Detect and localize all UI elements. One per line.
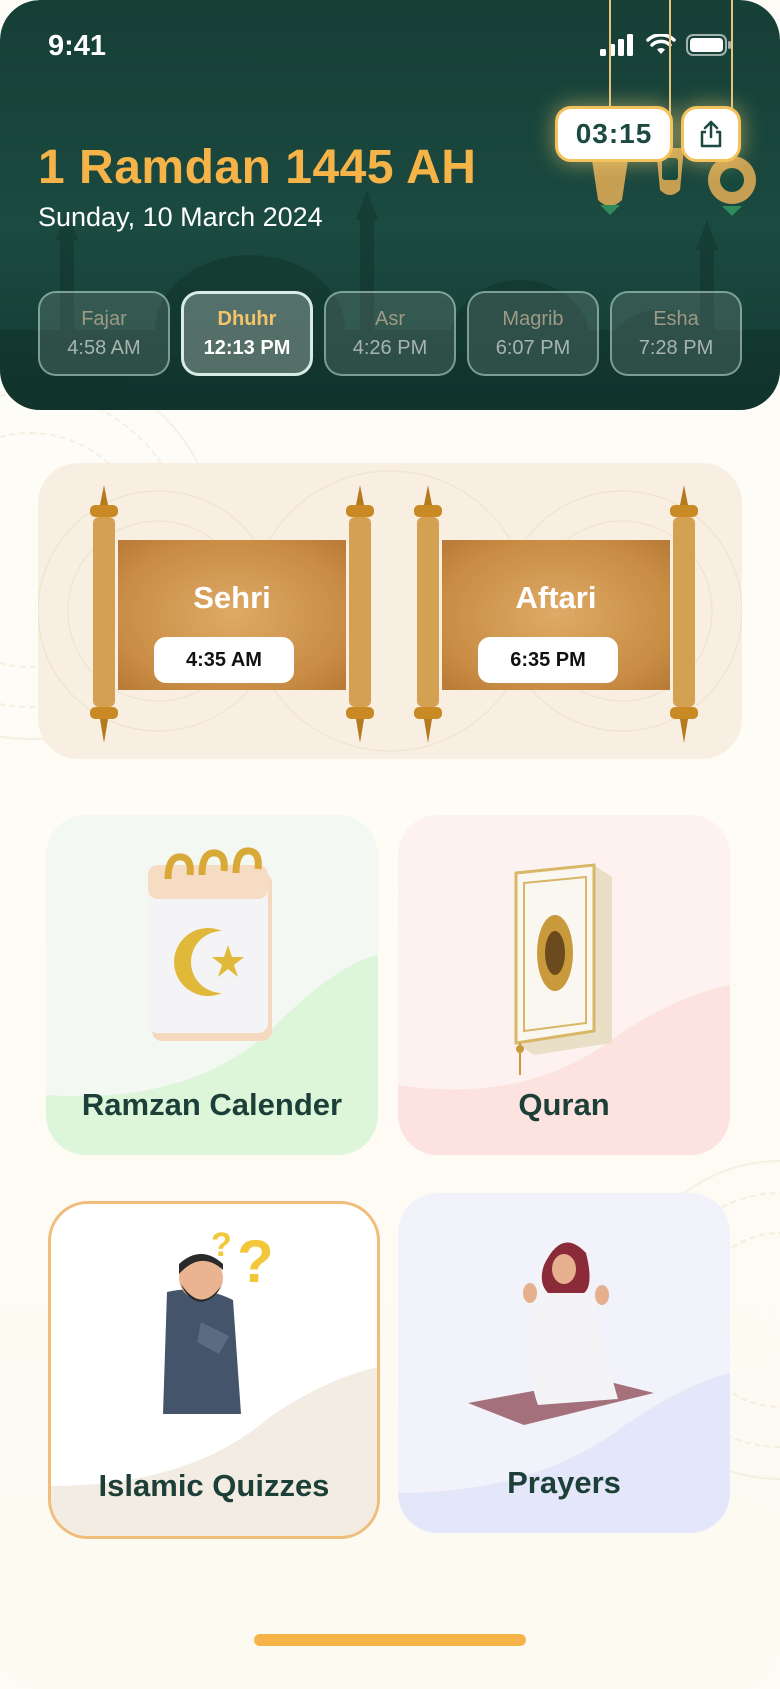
tile-label: Islamic Quizzes bbox=[98, 1468, 330, 1503]
prayer-name: Magrib bbox=[502, 307, 564, 330]
islamic-quizzes-tile[interactable]: ? ? Islamic Quizzes bbox=[48, 1201, 380, 1539]
sehri-label: Sehri bbox=[193, 580, 271, 615]
prayer-time: 4:26 PM bbox=[352, 336, 428, 359]
prayer-times-row: Fajar 4:58 AM Dhuhr 12:13 PM Asr 4:26 PM… bbox=[38, 291, 742, 376]
hijri-date: 1 Ramdan 1445 AH bbox=[38, 141, 477, 194]
header: 9:41 03:15 1 Ramdan 1445 AH Sunday, 10 M… bbox=[0, 0, 780, 410]
prayer-name: Fajar bbox=[81, 307, 127, 330]
prayers-tile[interactable]: Prayers bbox=[398, 1193, 730, 1533]
prayer-name: Esha bbox=[653, 307, 699, 330]
aftari-scroll[interactable]: Aftari 6:35 PM bbox=[406, 485, 706, 743]
app-screen: 9:41 03:15 1 Ramdan 1445 AH Sunday, 10 M… bbox=[0, 0, 780, 1689]
home-indicator[interactable] bbox=[254, 1634, 526, 1646]
prayer-asr[interactable]: Asr 4:26 PM bbox=[324, 291, 456, 376]
sehri-time: 4:35 AM bbox=[154, 637, 294, 683]
share-button[interactable] bbox=[681, 106, 741, 162]
prayer-name: Asr bbox=[375, 307, 405, 330]
aftari-label: Aftari bbox=[515, 580, 597, 615]
sehri-aftari-card: Sehri 4:35 AM Aftari 6:35 PM bbox=[38, 463, 742, 759]
tile-label: Quran bbox=[518, 1087, 610, 1122]
prayer-time: 7:28 PM bbox=[638, 336, 714, 359]
prayer-dhuhr[interactable]: Dhuhr 12:13 PM bbox=[181, 291, 313, 376]
sehri-scroll[interactable]: Sehri 4:35 AM bbox=[82, 485, 382, 743]
prayer-name: Dhuhr bbox=[217, 307, 277, 330]
calendar-icon bbox=[148, 847, 272, 1041]
svg-text:?: ? bbox=[211, 1226, 232, 1264]
prayer-esha[interactable]: Esha 7:28 PM bbox=[610, 291, 742, 376]
person-thinking-icon: ? ? bbox=[163, 1226, 274, 1414]
ramzan-calendar-tile[interactable]: Ramzan Calender bbox=[46, 815, 378, 1155]
scroll-rod-right bbox=[670, 485, 698, 743]
prayer-time: 12:13 PM bbox=[203, 336, 291, 359]
prayer-time: 4:58 AM bbox=[67, 336, 141, 359]
gregorian-date: Sunday, 10 March 2024 bbox=[38, 202, 323, 232]
aftari-time: 6:35 PM bbox=[478, 637, 618, 683]
quran-tile[interactable]: Quran bbox=[398, 815, 730, 1155]
quran-book-icon bbox=[514, 863, 612, 1075]
status-time: 9:41 bbox=[48, 30, 107, 62]
tile-label: Prayers bbox=[507, 1465, 621, 1500]
prayer-magrib[interactable]: Magrib 6:07 PM bbox=[467, 291, 599, 376]
prayer-fajar[interactable]: Fajar 4:58 AM bbox=[38, 291, 170, 376]
scroll-rod-right bbox=[346, 485, 374, 743]
share-icon bbox=[700, 120, 722, 148]
svg-text:?: ? bbox=[237, 1228, 274, 1295]
praying-woman-icon bbox=[468, 1242, 654, 1425]
prayer-time: 6:07 PM bbox=[495, 336, 571, 359]
tile-label: Ramzan Calender bbox=[81, 1087, 343, 1122]
countdown-timer: 03:15 bbox=[555, 106, 673, 162]
